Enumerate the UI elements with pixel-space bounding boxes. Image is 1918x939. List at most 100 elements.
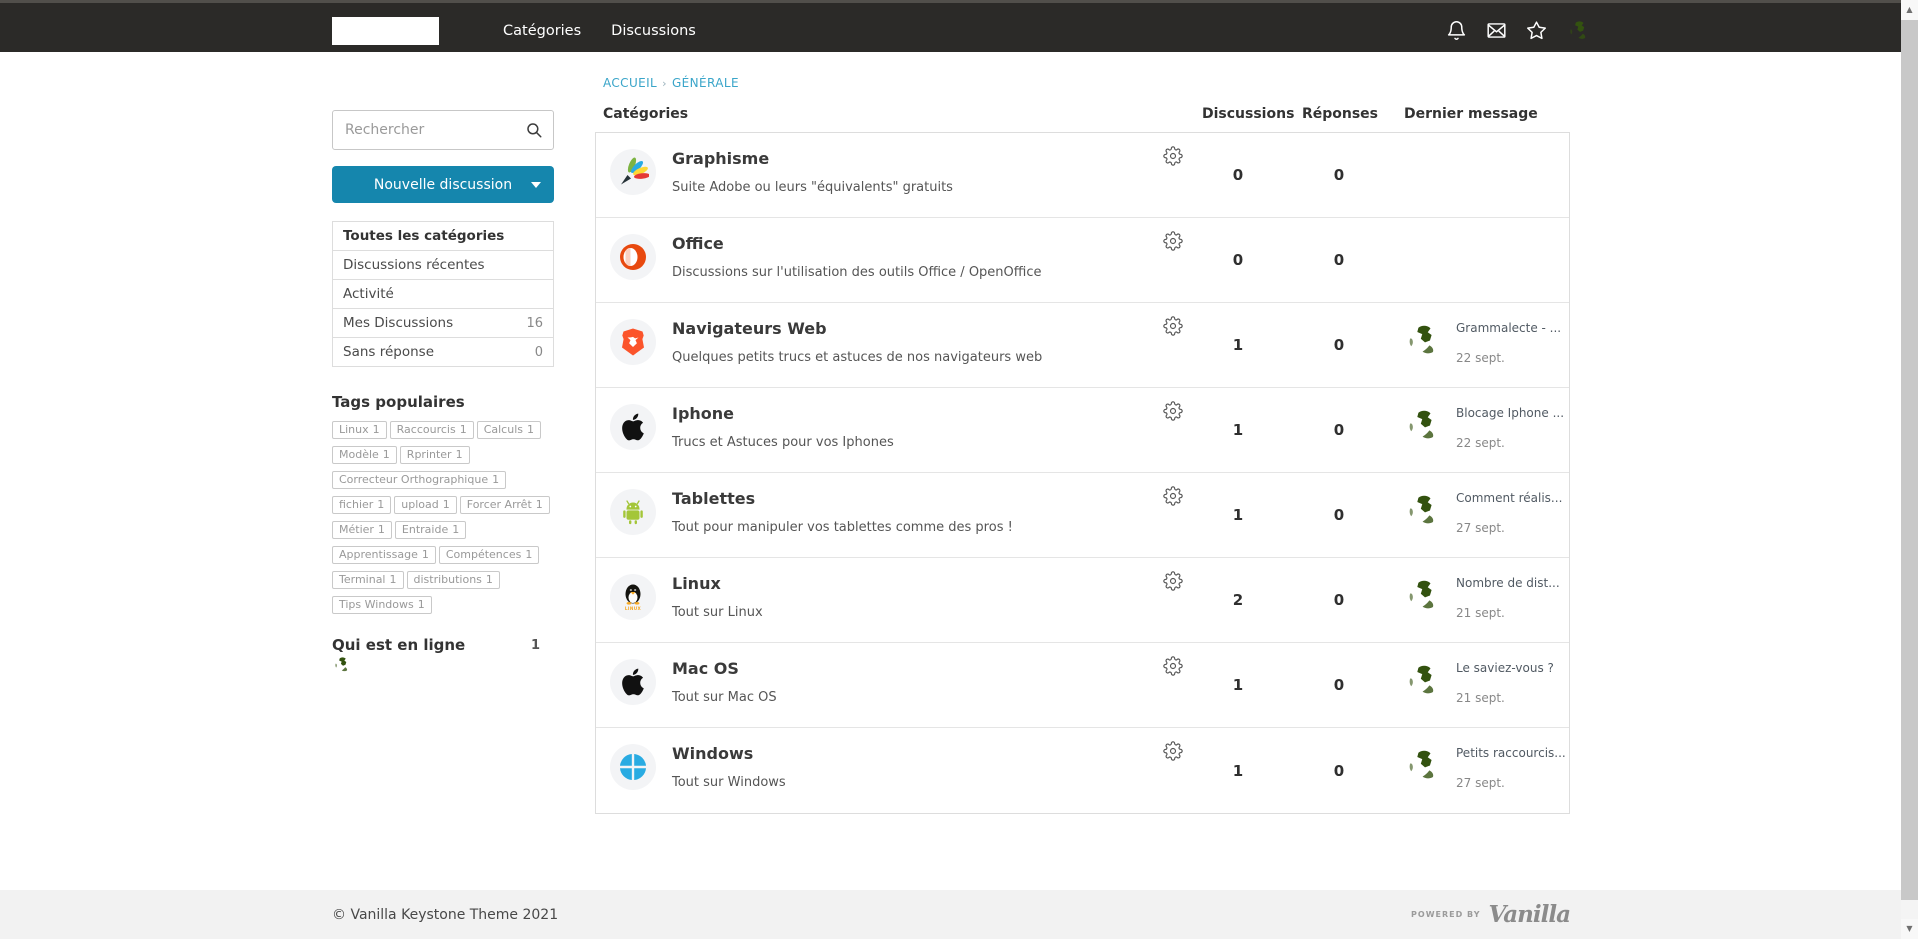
online-count: 1	[531, 638, 540, 653]
count-badge: 0	[535, 345, 543, 360]
category-description: Tout sur Linux	[672, 605, 763, 620]
category-title[interactable]: Tablettes	[672, 489, 1013, 508]
office-icon	[610, 234, 656, 280]
sidebar-item-recent-discussions[interactable]: Discussions récentes	[333, 251, 553, 280]
breadcrumb-home[interactable]: ACCUEIL	[603, 76, 657, 90]
category-title[interactable]: Graphisme	[672, 149, 953, 168]
user-avatar[interactable]	[1403, 404, 1447, 448]
category-description: Discussions sur l'utilisation des outils…	[672, 265, 1042, 280]
search-input[interactable]	[332, 110, 554, 150]
user-avatar[interactable]	[1566, 17, 1594, 45]
tag[interactable]: Apprentissage1	[332, 546, 436, 564]
nav-link-categories[interactable]: Catégories	[503, 23, 581, 39]
category-description: Tout pour manipuler vos tablettes comme …	[672, 520, 1013, 535]
tag[interactable]: fichier1	[332, 496, 391, 514]
tag[interactable]: Modèle1	[332, 446, 397, 464]
category-title[interactable]: Mac OS	[672, 659, 777, 678]
nav-links: Catégories Discussions	[503, 23, 696, 39]
category-row-windows[interactable]: Windows Tout sur Windows 1 0 Petits racc…	[596, 728, 1569, 813]
graphisme-icon	[610, 149, 656, 195]
last-message-date: 21 sept.	[1456, 691, 1554, 705]
new-discussion-button[interactable]: Nouvelle discussion	[332, 166, 554, 203]
navbar: Catégories Discussions	[0, 0, 1918, 52]
copyright-text: © Vanilla Keystone Theme 2021	[332, 907, 558, 923]
replies-count: 0	[1275, 473, 1403, 557]
scrollbar[interactable]: ▲ ▼	[1901, 0, 1918, 939]
category-row-mac-os[interactable]: Mac OS Tout sur Mac OS 1 0 Le saviez-vou…	[596, 643, 1569, 728]
tag[interactable]: upload1	[394, 496, 456, 514]
sidebar-item-my-discussions[interactable]: Mes Discussions 16	[333, 309, 553, 338]
gear-icon[interactable]	[1163, 146, 1183, 166]
tag[interactable]: Compétences1	[439, 546, 539, 564]
gear-icon[interactable]	[1163, 316, 1183, 336]
tag[interactable]: Correcteur Orthographique1	[332, 471, 506, 489]
bell-icon[interactable]	[1446, 20, 1467, 41]
tag[interactable]: distributions1	[407, 571, 500, 589]
category-title[interactable]: Navigateurs Web	[672, 319, 1042, 338]
category-title[interactable]: Office	[672, 234, 1042, 253]
category-title[interactable]: Iphone	[672, 404, 894, 423]
last-message-title[interactable]: Comment réalis...	[1456, 491, 1562, 505]
tag[interactable]: Raccourcis1	[390, 421, 474, 439]
gear-icon[interactable]	[1163, 401, 1183, 421]
category-row-graphisme[interactable]: Graphisme Suite Adobe ou leurs "équivale…	[596, 133, 1569, 218]
category-row-office[interactable]: Office Discussions sur l'utilisation des…	[596, 218, 1569, 303]
chevron-down-icon[interactable]	[531, 182, 541, 188]
user-avatar[interactable]	[1403, 744, 1447, 788]
tag[interactable]: Métier1	[332, 521, 392, 539]
tag[interactable]: Entraide1	[395, 521, 466, 539]
gear-icon[interactable]	[1163, 571, 1183, 591]
user-avatar[interactable]	[1403, 659, 1447, 703]
gear-icon[interactable]	[1163, 741, 1183, 761]
user-avatar[interactable]	[1403, 489, 1447, 533]
scroll-up-arrow-icon[interactable]: ▲	[1901, 0, 1918, 20]
discussions-count: 0	[1201, 218, 1275, 302]
tag[interactable]: Terminal1	[332, 571, 404, 589]
last-message-date: 21 sept.	[1456, 606, 1560, 620]
category-row-navigateurs-web[interactable]: Navigateurs Web Quelques petits trucs et…	[596, 303, 1569, 388]
online-user-avatar[interactable]	[332, 661, 354, 680]
last-message-title[interactable]: Nombre de dist...	[1456, 576, 1560, 590]
category-title[interactable]: Windows	[672, 744, 786, 763]
site-logo[interactable]	[332, 17, 439, 45]
category-row-tablettes[interactable]: Tablettes Tout pour manipuler vos tablet…	[596, 473, 1569, 558]
linux-tux-icon	[610, 574, 656, 620]
footer: © Vanilla Keystone Theme 2021 POWERED BY…	[0, 890, 1901, 939]
gear-icon[interactable]	[1163, 486, 1183, 506]
scroll-down-arrow-icon[interactable]: ▼	[1901, 919, 1918, 939]
last-message-title[interactable]: Petits raccourcis...	[1456, 746, 1566, 760]
breadcrumb-separator: ›	[662, 77, 667, 90]
apple-icon	[610, 404, 656, 450]
tag[interactable]: Rprinter1	[400, 446, 470, 464]
tag[interactable]: Linux1	[332, 421, 387, 439]
popular-tags: Linux1Raccourcis1Calculs1 Modèle1Rprinter…	[332, 420, 554, 620]
last-message-date: 27 sept.	[1456, 521, 1562, 535]
last-message-title[interactable]: Blocage Iphone ...	[1456, 406, 1564, 420]
gear-icon[interactable]	[1163, 656, 1183, 676]
sidebar-item-all-categories[interactable]: Toutes les catégories	[333, 222, 553, 251]
replies-count: 0	[1275, 218, 1403, 302]
sidebar-item-activity[interactable]: Activité	[333, 280, 553, 309]
discussions-count: 1	[1201, 728, 1275, 813]
category-row-iphone[interactable]: Iphone Trucs et Astuces pour vos Iphones…	[596, 388, 1569, 473]
category-title[interactable]: Linux	[672, 574, 763, 593]
nav-link-discussions[interactable]: Discussions	[611, 23, 696, 39]
scrollbar-thumb[interactable]	[1901, 20, 1918, 900]
breadcrumb-current[interactable]: GÉNÉRALE	[672, 76, 739, 90]
tag[interactable]: Calculs1	[477, 421, 541, 439]
tag[interactable]: Forcer Arrêt1	[460, 496, 550, 514]
discussions-count: 2	[1201, 558, 1275, 642]
mail-icon[interactable]	[1486, 20, 1507, 41]
last-message-title[interactable]: Le saviez-vous ?	[1456, 661, 1554, 675]
sidebar-item-unanswered[interactable]: Sans réponse 0	[333, 338, 553, 366]
user-avatar[interactable]	[1403, 574, 1447, 618]
star-icon[interactable]	[1526, 20, 1547, 41]
tag[interactable]: Tips Windows1	[332, 596, 432, 614]
new-discussion-label: Nouvelle discussion	[374, 177, 512, 193]
search-icon[interactable]	[525, 121, 543, 139]
user-avatar[interactable]	[1403, 319, 1447, 363]
last-message-title[interactable]: Grammalecte - ...	[1456, 321, 1561, 335]
category-row-linux[interactable]: Linux Tout sur Linux 2 0 Nombre de dist.…	[596, 558, 1569, 643]
gear-icon[interactable]	[1163, 231, 1183, 251]
vanilla-logo[interactable]: POWERED BY Vanilla	[1411, 901, 1570, 928]
